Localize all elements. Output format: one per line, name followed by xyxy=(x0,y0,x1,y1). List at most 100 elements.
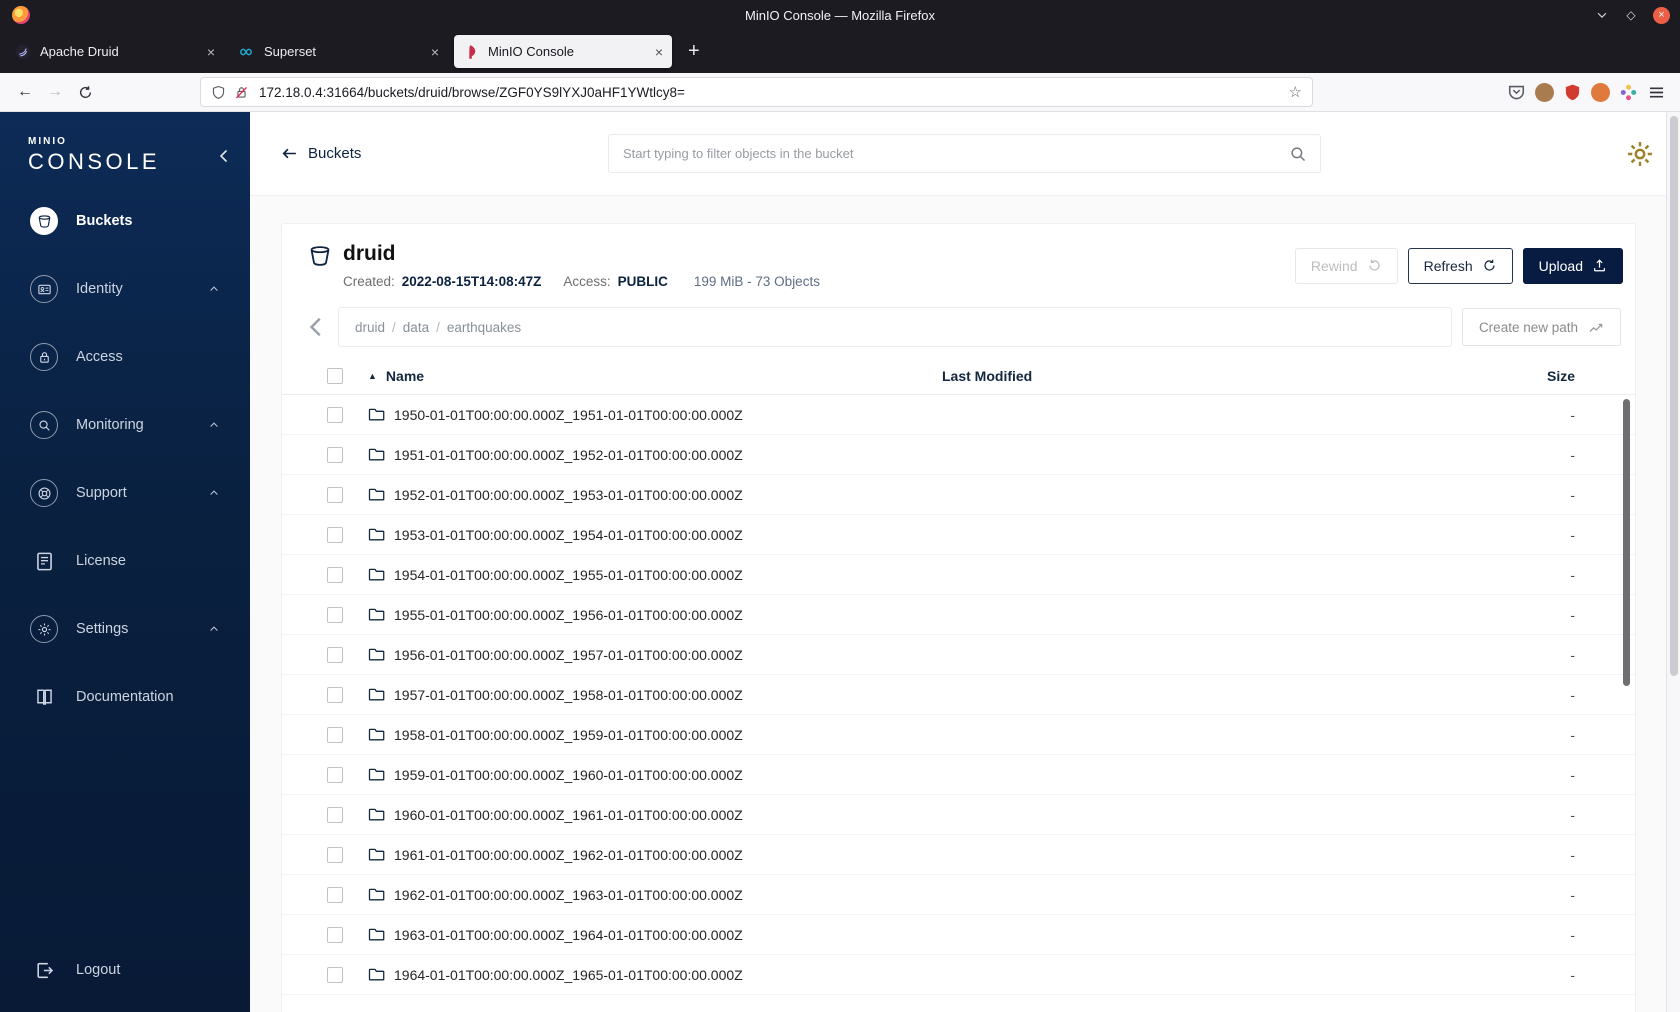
main-area: Buckets druid Created: 2022- xyxy=(250,112,1680,1012)
search-input[interactable] xyxy=(609,146,1289,161)
browser-tab-superset[interactable]: Superset × xyxy=(230,35,448,68)
object-name[interactable]: 1953-01-01T00:00:00.000Z_1954-01-01T00:0… xyxy=(394,527,743,543)
row-checkbox[interactable] xyxy=(327,606,343,623)
sidebar-collapse-icon[interactable] xyxy=(216,148,232,164)
table-row[interactable]: 1954-01-01T00:00:00.000Z_1955-01-01T00:0… xyxy=(282,555,1635,596)
tab-bar: Apache Druid × Superset × MinIO Console … xyxy=(0,30,1680,73)
object-name[interactable]: 1958-01-01T00:00:00.000Z_1959-01-01T00:0… xyxy=(394,727,743,743)
window-menu-icon[interactable] xyxy=(1595,8,1609,22)
profile-avatar-icon[interactable] xyxy=(1591,82,1610,102)
buckets-back-link[interactable]: Buckets xyxy=(281,112,361,195)
account-avatar-icon[interactable] xyxy=(1535,82,1554,102)
back-arrow-icon xyxy=(281,145,298,162)
table-row[interactable]: 1953-01-01T00:00:00.000Z_1954-01-01T00:0… xyxy=(282,515,1635,556)
tracking-shield-icon[interactable] xyxy=(211,85,226,100)
page-scrollbar[interactable] xyxy=(1666,112,1680,1012)
row-checkbox[interactable] xyxy=(327,406,343,423)
table-row[interactable]: 1961-01-01T00:00:00.000Z_1962-01-01T00:0… xyxy=(282,835,1635,876)
row-checkbox[interactable] xyxy=(327,446,343,463)
table-row[interactable]: 1951-01-01T00:00:00.000Z_1952-01-01T00:0… xyxy=(282,435,1635,476)
object-name[interactable]: 1962-01-01T00:00:00.000Z_1963-01-01T00:0… xyxy=(394,887,743,903)
sidebar-item-logout[interactable]: Logout xyxy=(0,940,250,1000)
insecure-lock-icon[interactable] xyxy=(234,85,249,100)
object-name[interactable]: 1954-01-01T00:00:00.000Z_1955-01-01T00:0… xyxy=(394,567,743,583)
chevron-up-icon xyxy=(208,419,220,431)
column-header-name[interactable]: ▲ Name xyxy=(352,368,942,384)
object-name[interactable]: 1952-01-01T00:00:00.000Z_1953-01-01T00:0… xyxy=(394,487,743,503)
rewind-button[interactable]: Rewind xyxy=(1294,247,1398,284)
forward-button[interactable]: → xyxy=(40,77,70,107)
row-checkbox[interactable] xyxy=(327,726,343,743)
page-scrollbar-thumb[interactable] xyxy=(1670,116,1678,676)
row-checkbox[interactable] xyxy=(327,966,343,983)
table-row[interactable]: 1960-01-01T00:00:00.000Z_1961-01-01T00:0… xyxy=(282,795,1635,836)
bookmark-star-icon[interactable]: ☆ xyxy=(1289,83,1302,101)
tab-close-icon[interactable]: × xyxy=(207,44,215,60)
table-scrollbar-thumb[interactable] xyxy=(1623,399,1630,686)
gear-icon[interactable] xyxy=(1626,140,1654,168)
row-checkbox[interactable] xyxy=(327,886,343,903)
table-row[interactable]: 1956-01-01T00:00:00.000Z_1957-01-01T00:0… xyxy=(282,635,1635,676)
breadcrumb-item[interactable]: druid xyxy=(355,320,385,335)
object-name[interactable]: 1957-01-01T00:00:00.000Z_1958-01-01T00:0… xyxy=(394,687,743,703)
breadcrumb-item[interactable]: data xyxy=(403,320,429,335)
sidebar-item-identity[interactable]: Identity xyxy=(0,255,250,323)
table-row[interactable]: 1963-01-01T00:00:00.000Z_1964-01-01T00:0… xyxy=(282,915,1635,956)
table-row[interactable]: 1964-01-01T00:00:00.000Z_1965-01-01T00:0… xyxy=(282,955,1635,996)
object-name[interactable]: 1950-01-01T00:00:00.000Z_1951-01-01T00:0… xyxy=(394,407,743,423)
row-checkbox[interactable] xyxy=(327,766,343,783)
path-back-icon[interactable] xyxy=(304,315,328,339)
table-row[interactable]: 1955-01-01T00:00:00.000Z_1956-01-01T00:0… xyxy=(282,595,1635,636)
sidebar-item-settings[interactable]: Settings xyxy=(0,595,250,663)
table-row[interactable]: 1950-01-01T00:00:00.000Z_1951-01-01T00:0… xyxy=(282,395,1635,436)
extension-icon[interactable] xyxy=(1619,83,1638,102)
table-row[interactable]: 1952-01-01T00:00:00.000Z_1953-01-01T00:0… xyxy=(282,475,1635,516)
browser-tab-apache-druid[interactable]: Apache Druid × xyxy=(6,35,224,68)
sidebar-item-support[interactable]: Support xyxy=(0,459,250,527)
browser-tab-minio-console[interactable]: MinIO Console × xyxy=(454,35,672,68)
object-name[interactable]: 1964-01-01T00:00:00.000Z_1965-01-01T00:0… xyxy=(394,967,743,983)
row-checkbox[interactable] xyxy=(327,566,343,583)
breadcrumb-item[interactable]: earthquakes xyxy=(447,320,521,335)
row-checkbox[interactable] xyxy=(327,526,343,543)
ublock-icon[interactable] xyxy=(1563,83,1582,102)
reload-button[interactable] xyxy=(70,77,100,107)
new-tab-button[interactable]: + xyxy=(678,40,710,63)
table-row[interactable]: 1959-01-01T00:00:00.000Z_1960-01-01T00:0… xyxy=(282,755,1635,796)
sidebar-item-access[interactable]: Access xyxy=(0,323,250,391)
tab-close-icon[interactable]: × xyxy=(431,44,439,60)
hamburger-menu-icon[interactable] xyxy=(1647,83,1666,102)
object-name[interactable]: 1956-01-01T00:00:00.000Z_1957-01-01T00:0… xyxy=(394,647,743,663)
select-all-checkbox[interactable] xyxy=(327,367,343,384)
row-checkbox[interactable] xyxy=(327,686,343,703)
maximize-icon[interactable]: ◇ xyxy=(1624,8,1638,22)
url-text[interactable]: 172.18.0.4:31664/buckets/druid/browse/ZG… xyxy=(259,85,1281,100)
pocket-icon[interactable] xyxy=(1507,83,1526,102)
row-checkbox[interactable] xyxy=(327,486,343,503)
object-name[interactable]: 1959-01-01T00:00:00.000Z_1960-01-01T00:0… xyxy=(394,767,743,783)
sidebar-item-buckets[interactable]: Buckets xyxy=(0,187,250,255)
table-row[interactable]: 1958-01-01T00:00:00.000Z_1959-01-01T00:0… xyxy=(282,715,1635,756)
refresh-button[interactable]: Refresh xyxy=(1407,247,1513,284)
table-row[interactable]: 1962-01-01T00:00:00.000Z_1963-01-01T00:0… xyxy=(282,875,1635,916)
object-name[interactable]: 1955-01-01T00:00:00.000Z_1956-01-01T00:0… xyxy=(394,607,743,623)
object-name[interactable]: 1961-01-01T00:00:00.000Z_1962-01-01T00:0… xyxy=(394,847,743,863)
object-name[interactable]: 1951-01-01T00:00:00.000Z_1952-01-01T00:0… xyxy=(394,447,743,463)
row-checkbox[interactable] xyxy=(327,806,343,823)
row-checkbox[interactable] xyxy=(327,846,343,863)
window-close-icon[interactable]: × xyxy=(1653,6,1670,24)
sidebar-item-license[interactable]: License xyxy=(0,527,250,595)
row-checkbox[interactable] xyxy=(327,646,343,663)
sidebar-item-monitoring[interactable]: Monitoring xyxy=(0,391,250,459)
row-checkbox[interactable] xyxy=(327,926,343,943)
back-button[interactable]: ← xyxy=(10,77,40,107)
table-row[interactable]: 1957-01-01T00:00:00.000Z_1958-01-01T00:0… xyxy=(282,675,1635,716)
object-name[interactable]: 1963-01-01T00:00:00.000Z_1964-01-01T00:0… xyxy=(394,927,743,943)
sidebar-item-documentation[interactable]: Documentation xyxy=(0,663,250,731)
object-name[interactable]: 1960-01-01T00:00:00.000Z_1961-01-01T00:0… xyxy=(394,807,743,823)
tab-close-icon[interactable]: × xyxy=(655,44,663,60)
create-new-path-button[interactable]: Create new path xyxy=(1461,308,1621,347)
upload-button[interactable]: Upload xyxy=(1522,247,1623,284)
bucket-header: druid Created: 2022-08-15T14:08:47Z Acce… xyxy=(282,224,1635,305)
url-bar[interactable]: 172.18.0.4:31664/buckets/druid/browse/ZG… xyxy=(200,77,1313,107)
